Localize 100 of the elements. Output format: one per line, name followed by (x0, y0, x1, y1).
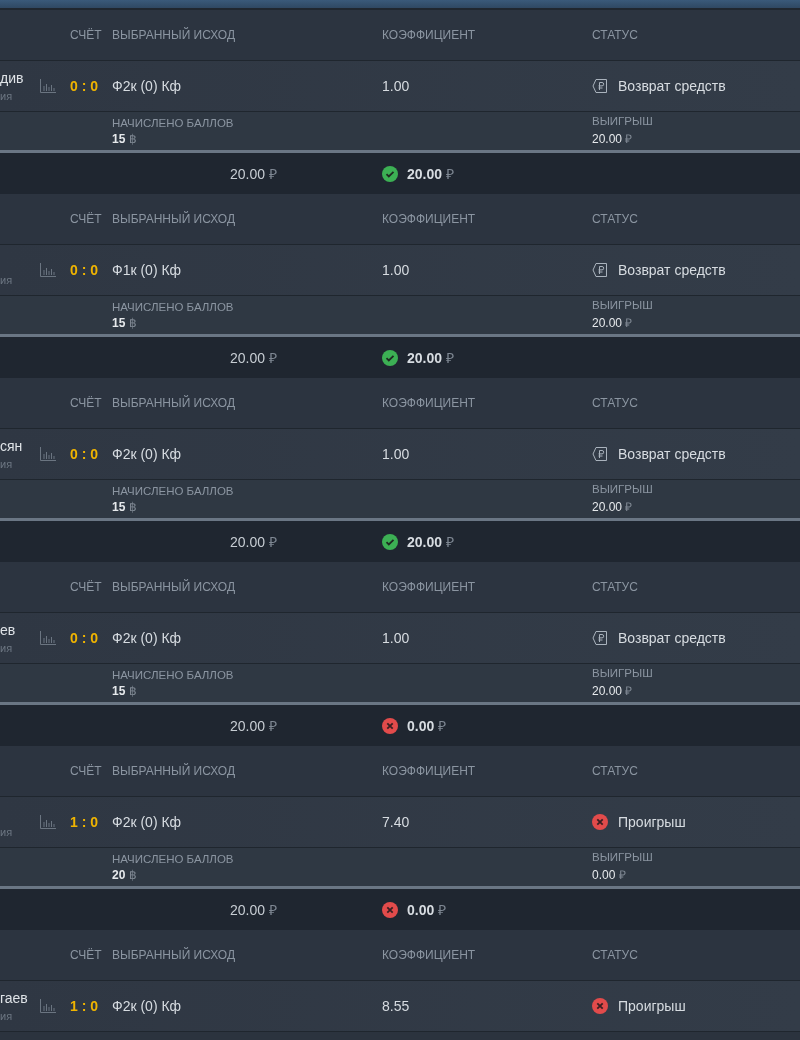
match-score: 0 : 0 (70, 262, 99, 278)
statistics-icon[interactable] (40, 815, 56, 829)
points-value: 15 ฿ (112, 499, 138, 514)
coefficient: 8.55 (382, 998, 411, 1014)
payout-amount: 20.00 ₽ (407, 533, 454, 551)
payout-amount: 20.00 ₽ (407, 349, 454, 367)
match-score: 0 : 0 (70, 630, 99, 646)
match-score: 1 : 0 (70, 814, 99, 830)
refund-tag-icon (592, 630, 608, 646)
bet-status: Возврат средств (618, 78, 726, 94)
column-header: КОЭФФИЦИЕНТ (382, 948, 477, 962)
column-header: СТАТУС (592, 396, 639, 410)
check-icon (382, 349, 398, 366)
column-header: КОЭФФИЦИЕНТ (382, 396, 477, 410)
match-score: 0 : 0 (70, 78, 99, 94)
winnings-label: ВЫИГРЫШ (592, 667, 654, 679)
points-label: НАЧИСЛЕНО БАЛЛОВ (112, 116, 235, 129)
coefficient: 7.40 (382, 814, 411, 830)
points-label: НАЧИСЛЕНО БАЛЛОВ (112, 852, 235, 865)
winnings-value: 20.00 ₽ (592, 683, 634, 699)
refund-tag-icon (592, 446, 608, 462)
stake-amount: 20.00 ₽ (230, 349, 278, 367)
event-subtitle: ия (0, 274, 13, 286)
event-subtitle: ия (0, 90, 13, 102)
selected-outcome: Ф2к (0) Кф (112, 446, 183, 462)
column-header: СТАТУС (592, 212, 639, 226)
column-header: СЧЁТ (70, 580, 103, 594)
points-value: 15 ฿ (112, 315, 138, 330)
event-name: гаев (0, 990, 28, 1006)
bet-status: Проигрыш (618, 814, 686, 830)
selected-outcome: Ф2к (0) Кф (112, 78, 183, 94)
close-icon (382, 901, 398, 918)
column-header: СЧЁТ (70, 28, 103, 42)
refund-tag-icon (592, 78, 608, 94)
points-value: 20 ฿ (112, 867, 138, 882)
selected-outcome: Ф2к (0) Кф (112, 814, 183, 830)
points-value: 15 ฿ (112, 131, 138, 146)
event-subtitle: ия (0, 826, 13, 838)
column-header: ВЫБРАННЫЙ ИСХОД (112, 28, 237, 42)
stake-amount: 20.00 ₽ (230, 533, 278, 551)
column-header: ВЫБРАННЫЙ ИСХОД (112, 948, 237, 962)
statistics-icon[interactable] (40, 447, 56, 461)
column-header: ВЫБРАННЫЙ ИСХОД (112, 580, 237, 594)
payout-amount: 20.00 ₽ (407, 165, 454, 183)
winnings-label: ВЫИГРЫШ (592, 851, 654, 863)
bet-status: Возврат средств (618, 630, 726, 646)
column-header: СЧЁТ (70, 212, 103, 226)
coefficient: 1.00 (382, 630, 411, 646)
column-header: СЧЁТ (70, 948, 103, 962)
payout-amount: 0.00 ₽ (407, 717, 447, 735)
event-name: ев (0, 622, 16, 638)
selected-outcome: Ф2к (0) Кф (112, 630, 183, 646)
selected-outcome: Ф2к (0) Кф (112, 998, 183, 1014)
event-name: див (0, 70, 24, 86)
statistics-icon[interactable] (40, 79, 56, 93)
check-icon (382, 533, 398, 550)
column-header: КОЭФФИЦИЕНТ (382, 580, 477, 594)
winnings-value: 0.00 ₽ (592, 867, 627, 883)
close-icon (592, 814, 608, 830)
coefficient: 1.00 (382, 446, 411, 462)
column-header: ВЫБРАННЫЙ ИСХОД (112, 396, 237, 410)
bet-status: Возврат средств (618, 262, 726, 278)
statistics-icon[interactable] (40, 263, 56, 277)
stake-amount: 20.00 ₽ (230, 165, 278, 183)
statistics-icon[interactable] (40, 631, 56, 645)
winnings-value: 20.00 ₽ (592, 315, 634, 331)
event-subtitle: ия (0, 1010, 13, 1022)
event-subtitle: ия (0, 642, 13, 654)
stake-amount: 20.00 ₽ (230, 717, 278, 735)
column-header: ВЫБРАННЫЙ ИСХОД (112, 764, 237, 778)
coefficient: 1.00 (382, 262, 411, 278)
column-header: СТАТУС (592, 28, 639, 42)
column-header: ВЫБРАННЫЙ ИСХОД (112, 212, 237, 226)
winnings-label: ВЫИГРЫШ (592, 299, 654, 311)
statistics-icon[interactable] (40, 999, 56, 1013)
match-score: 0 : 0 (70, 446, 99, 462)
close-icon (592, 998, 608, 1014)
column-header: СЧЁТ (70, 396, 103, 410)
bet-status: Возврат средств (618, 446, 726, 462)
stake-amount: 20.00 ₽ (230, 901, 278, 919)
bet-status: Проигрыш (618, 998, 686, 1014)
winnings-value: 20.00 ₽ (592, 499, 634, 515)
column-header: СТАТУС (592, 580, 639, 594)
points-label: НАЧИСЛЕНО БАЛЛОВ (112, 300, 235, 313)
check-icon (382, 165, 398, 182)
event-subtitle: ия (0, 458, 13, 470)
winnings-label: ВЫИГРЫШ (592, 115, 654, 127)
winnings-label: ВЫИГРЫШ (592, 483, 654, 495)
payout-amount: 0.00 ₽ (407, 901, 447, 919)
points-label: НАЧИСЛЕНО БАЛЛОВ (112, 484, 235, 497)
event-name: сян (0, 438, 23, 454)
winnings-value: 20.00 ₽ (592, 131, 634, 147)
column-header: КОЭФФИЦИЕНТ (382, 28, 477, 42)
close-icon (382, 717, 398, 734)
points-value: 15 ฿ (112, 683, 138, 698)
refund-tag-icon (592, 262, 608, 278)
column-header: СТАТУС (592, 948, 639, 962)
column-header: СТАТУС (592, 764, 639, 778)
points-label: НАЧИСЛЕНО БАЛЛОВ (112, 668, 235, 681)
column-header: КОЭФФИЦИЕНТ (382, 212, 477, 226)
